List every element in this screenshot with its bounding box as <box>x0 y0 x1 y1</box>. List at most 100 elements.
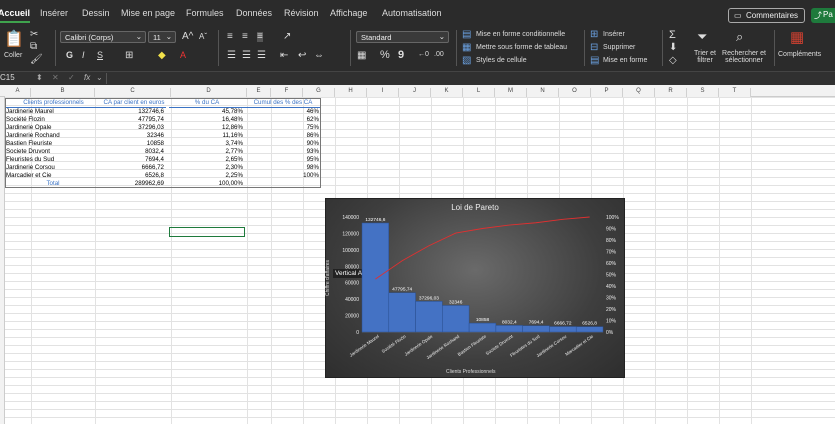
cancel-icon[interactable]: ✕ <box>52 74 59 82</box>
align-bottom-icon[interactable]: ≡ <box>257 32 263 42</box>
comma-style-button[interactable]: 9 <box>398 50 404 61</box>
paste-label[interactable]: Coller <box>4 52 22 59</box>
y-tick-label: 0 <box>356 330 359 336</box>
name-box[interactable]: C15 <box>0 73 15 82</box>
column-header-k[interactable]: K <box>431 88 463 97</box>
column-header-n[interactable]: N <box>527 88 559 97</box>
column-header-a[interactable]: A <box>5 88 31 97</box>
sort-filter-button[interactable]: Trier et filtrer <box>694 50 716 64</box>
number-format-select[interactable]: Standard ⌄ <box>356 31 449 43</box>
italic-button[interactable]: I <box>82 51 85 60</box>
share-icon: ⤴ <box>814 11 822 20</box>
y-tick-label: 100000 <box>342 248 359 254</box>
orientation-icon[interactable]: ↗ <box>283 32 291 42</box>
increase-font-size-icon[interactable]: A^ <box>182 32 193 42</box>
align-right-icon[interactable]: ☰ <box>257 51 266 61</box>
selected-cell-c15[interactable] <box>169 227 245 237</box>
column-header-q[interactable]: Q <box>623 88 655 97</box>
column-header-g[interactable]: G <box>303 88 335 97</box>
cell-styles-icon: ▧ <box>462 55 472 66</box>
data-label: 6526,8 <box>582 321 597 327</box>
addins-button[interactable]: Compléments <box>778 51 821 58</box>
conditional-format-button[interactable]: Mise en forme conditionnelle <box>476 31 565 38</box>
chevron-down-icon[interactable]: ⌄ <box>96 74 103 82</box>
tab-automatisation[interactable]: Automatisation <box>382 8 442 18</box>
column-header-m[interactable]: M <box>495 88 527 97</box>
indent-icon[interactable]: ⇤ <box>280 51 288 61</box>
share-button[interactable]: ⤴ Pa <box>811 8 835 23</box>
gridline <box>5 393 835 394</box>
column-header-l[interactable]: L <box>463 88 495 97</box>
data-label: 47795,74 <box>392 287 412 293</box>
delete-cells-button[interactable]: Supprimer <box>603 44 635 51</box>
column-header-e[interactable]: E <box>247 88 271 97</box>
confirm-icon[interactable]: ✓ <box>68 74 75 82</box>
align-left-icon[interactable]: ☰ <box>227 51 236 61</box>
bold-button[interactable]: G <box>66 51 73 60</box>
column-header-i[interactable]: I <box>367 88 399 97</box>
ribbon-tabs: Accueil Insérer Dessin Mise en page Form… <box>0 0 835 28</box>
font-name-select[interactable]: Calibri (Corps) ⌄ <box>60 31 146 43</box>
align-center-icon[interactable]: ☰ <box>242 51 251 61</box>
format-painter-icon[interactable]: 🖌 <box>30 55 43 65</box>
percent-style-button[interactable]: % <box>380 50 390 61</box>
column-header-j[interactable]: J <box>399 88 431 97</box>
data-label: 132746,6 <box>365 217 385 223</box>
tab-revision[interactable]: Révision <box>284 8 319 18</box>
insert-cells-button[interactable]: Insérer <box>603 31 625 38</box>
insert-function-button[interactable]: fx <box>84 74 90 82</box>
decrease-font-size-icon[interactable]: Aˇ <box>199 33 207 41</box>
fill-icon[interactable]: ⬇ <box>669 43 677 53</box>
underline-button[interactable]: S <box>97 51 103 60</box>
accounting-format-icon[interactable]: ▦ <box>357 51 366 61</box>
paste-icon[interactable]: 📋 <box>4 32 24 48</box>
align-top-icon[interactable]: ≡ <box>227 32 233 42</box>
format-cells-button[interactable]: Mise en forme <box>603 57 647 64</box>
x-tick-label: Marcadier et Cie <box>564 333 594 356</box>
column-header-p[interactable]: P <box>591 88 623 97</box>
font-size-select[interactable]: 11 ⌄ <box>148 31 176 43</box>
fill-color-icon[interactable]: ◆ <box>158 51 166 61</box>
font-grow-label: A <box>182 31 189 42</box>
chevron-down-icon: ⌄ <box>135 32 142 41</box>
cell-styles-button[interactable]: Styles de cellule <box>476 57 527 64</box>
autosum-icon[interactable]: Σ <box>669 30 676 41</box>
y-tick-label: 20000 <box>345 314 359 320</box>
comments-button[interactable]: ▭ Commentaires <box>728 8 805 23</box>
bar <box>388 292 416 333</box>
merge-center-icon[interactable]: ⇔ <box>314 51 324 61</box>
copy-icon[interactable]: ⧉ <box>30 42 37 52</box>
column-header-t[interactable]: T <box>719 88 751 97</box>
format-as-table-button[interactable]: Mettre sous forme de tableau <box>476 44 567 51</box>
pareto-chart[interactable]: Loi de Pareto Clients Professionnels Chi… <box>325 198 625 378</box>
gridline <box>5 401 835 402</box>
spreadsheet-grid[interactable]: ABCDEFGHIJKLMNOPQRST Clients professionn… <box>0 85 835 424</box>
cut-icon[interactable]: ✂ <box>30 30 38 40</box>
tab-formules[interactable]: Formules <box>186 8 224 18</box>
tab-accueil[interactable]: Accueil <box>0 8 31 23</box>
decrease-decimal-icon[interactable]: .00 <box>434 51 444 58</box>
column-header-s[interactable]: S <box>687 88 719 97</box>
column-header-o[interactable]: O <box>559 88 591 97</box>
tab-mise-en-page[interactable]: Mise en page <box>121 8 175 18</box>
tab-affichage[interactable]: Affichage <box>330 8 367 18</box>
y-tick-label: 140000 <box>342 215 359 221</box>
borders-icon[interactable]: ⊞ <box>125 51 133 61</box>
column-header-h[interactable]: H <box>335 88 367 97</box>
tab-donnees[interactable]: Données <box>236 8 272 18</box>
column-header-b[interactable]: B <box>31 88 95 97</box>
find-select-button[interactable]: Rechercher et sélectionner <box>720 50 768 64</box>
column-header-d[interactable]: D <box>171 88 247 97</box>
tab-dessin[interactable]: Dessin <box>82 8 110 18</box>
align-middle-icon[interactable]: ≡ <box>242 32 248 42</box>
column-header-f[interactable]: F <box>271 88 303 97</box>
column-header-c[interactable]: C <box>95 88 171 97</box>
clear-icon[interactable]: ◇ <box>669 56 677 66</box>
tab-inserer[interactable]: Insérer <box>40 8 68 18</box>
font-color-button[interactable]: A <box>180 51 186 60</box>
name-box-stepper-icon[interactable]: ⬍ <box>36 74 43 82</box>
column-header-r[interactable]: R <box>655 88 687 97</box>
wrap-text-icon[interactable]: ↩ <box>298 51 306 61</box>
formula-input[interactable] <box>106 73 831 84</box>
increase-decimal-icon[interactable]: ←0 <box>418 51 429 58</box>
